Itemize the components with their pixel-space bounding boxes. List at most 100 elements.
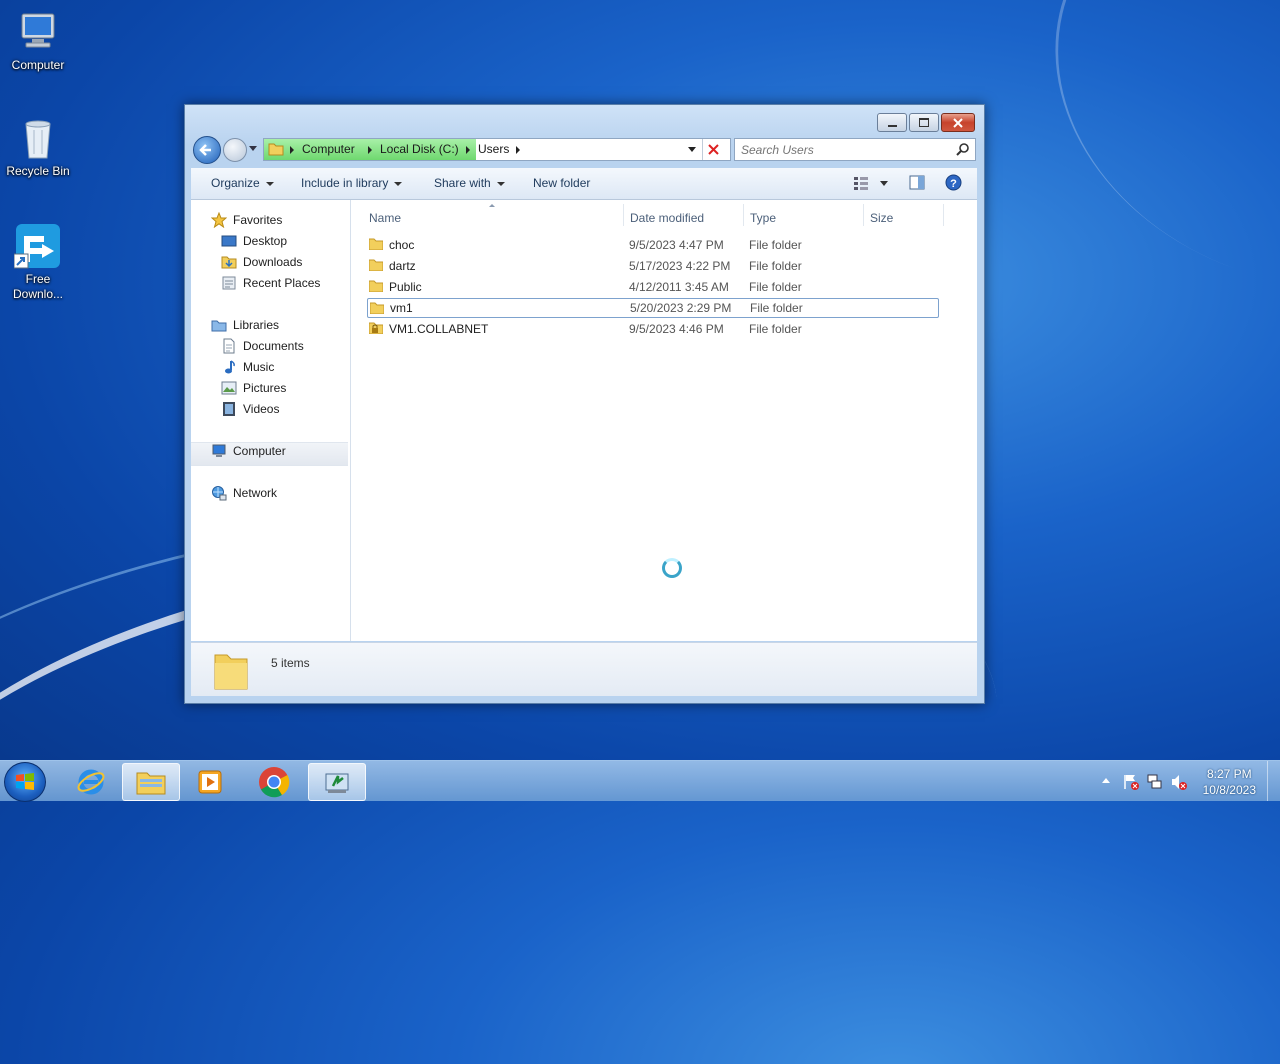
nav-label: Libraries <box>233 318 280 332</box>
desktop-icon-free-download[interactable]: Free Downlo... <box>0 222 76 302</box>
maximize-button[interactable] <box>909 113 939 132</box>
file-date: 5/20/2023 2:29 PM <box>630 301 732 315</box>
volume-muted-icon[interactable] <box>1170 773 1188 791</box>
column-separator[interactable] <box>743 204 744 226</box>
computer-icon <box>211 443 227 459</box>
address-dropdown-icon[interactable] <box>688 147 696 152</box>
start-button[interactable] <box>4 762 46 802</box>
file-row-public[interactable]: Public 4/12/2011 3:45 AM File folder <box>367 277 939 297</box>
column-separator[interactable] <box>943 204 944 226</box>
column-header-size[interactable]: Size <box>870 211 893 225</box>
taskbar-media-player[interactable] <box>182 763 238 799</box>
file-type: File folder <box>749 238 802 252</box>
action-center-flag-icon[interactable] <box>1122 773 1140 791</box>
address-divider <box>702 139 703 160</box>
maximize-icon <box>919 118 929 127</box>
file-type: File folder <box>749 322 802 336</box>
breadcrumb-separator-icon[interactable] <box>368 146 372 154</box>
nav-music[interactable]: Music <box>221 359 274 375</box>
file-row-vm1-collabnet[interactable]: VM1.COLLABNET 9/5/2023 4:46 PM File fold… <box>367 319 939 339</box>
nav-libraries[interactable]: Libraries <box>211 317 279 333</box>
share-with-button[interactable]: Share with <box>434 176 505 190</box>
videos-icon <box>221 401 237 417</box>
desktop-icon-computer[interactable]: Computer <box>0 8 76 73</box>
nav-label: Downloads <box>243 255 303 269</box>
file-row-dartz[interactable]: dartz 5/17/2023 4:22 PM File folder <box>367 256 939 276</box>
network-status-icon[interactable] <box>1146 773 1164 791</box>
clock-time: 8:27 PM <box>1206 767 1252 781</box>
nav-label: Computer <box>233 444 286 458</box>
help-icon[interactable]: ? <box>945 174 962 191</box>
chrome-icon <box>259 767 290 798</box>
nav-documents[interactable]: Documents <box>221 338 304 354</box>
file-row-choc[interactable]: choc 9/5/2023 4:47 PM File folder <box>367 235 939 255</box>
forward-button[interactable] <box>223 138 247 162</box>
sort-ascending-icon <box>489 204 495 207</box>
nav-label: Recent Places <box>243 276 321 290</box>
search-input[interactable] <box>739 141 953 158</box>
nav-network[interactable]: Network <box>211 485 277 501</box>
folder-icon <box>369 280 383 292</box>
clock-date: 10/8/2023 <box>1202 783 1256 797</box>
include-in-library-label: Include in library <box>301 176 389 190</box>
column-separator[interactable] <box>623 204 624 226</box>
recent-places-icon <box>221 275 237 291</box>
breadcrumb-local-disk[interactable]: Local Disk (C:) <box>380 142 459 156</box>
taskbar-windows-explorer[interactable] <box>122 763 180 801</box>
taskbar-internet-explorer[interactable] <box>62 763 118 799</box>
search-icon[interactable] <box>956 142 970 156</box>
nav-label: Desktop <box>243 234 288 248</box>
item-count: 5 items <box>271 656 310 670</box>
taskbar-installer[interactable] <box>308 763 366 801</box>
address-bar[interactable]: Computer Local Disk (C:) Users <box>263 138 731 161</box>
explorer-window[interactable]: Computer Local Disk (C:) Users Organize … <box>184 104 985 704</box>
desktop-icon-recycle-bin[interactable]: Recycle Bin <box>0 114 76 179</box>
navigation-pane[interactable]: Favorites Desktop Downloads Recent Place… <box>191 200 351 641</box>
nav-label: Pictures <box>243 381 287 395</box>
nav-videos[interactable]: Videos <box>221 401 279 417</box>
close-button[interactable] <box>941 113 975 132</box>
nav-label: Documents <box>243 339 304 353</box>
search-box[interactable] <box>734 138 976 161</box>
nav-downloads[interactable]: Downloads <box>221 254 302 270</box>
view-options-icon[interactable] <box>853 176 869 190</box>
nav-recent-places[interactable]: Recent Places <box>221 275 320 291</box>
folder-icon <box>268 143 284 156</box>
organize-button[interactable]: Organize <box>211 176 274 190</box>
minimize-button[interactable] <box>877 113 907 132</box>
file-type: File folder <box>749 280 802 294</box>
nav-desktop[interactable]: Desktop <box>221 233 287 249</box>
file-name: choc <box>389 238 415 252</box>
back-arrow-icon <box>199 144 211 156</box>
back-button[interactable] <box>193 136 221 164</box>
breadcrumb-computer[interactable]: Computer <box>302 142 355 156</box>
taskbar-chrome[interactable] <box>246 763 302 799</box>
nav-label: Music <box>243 360 275 374</box>
column-header-type[interactable]: Type <box>750 211 776 225</box>
file-date: 5/17/2023 4:22 PM <box>629 259 731 273</box>
column-separator[interactable] <box>863 204 864 226</box>
breadcrumb-users[interactable]: Users <box>478 142 509 156</box>
stop-icon[interactable] <box>708 144 719 155</box>
content-area: Favorites Desktop Downloads Recent Place… <box>191 200 977 641</box>
computer-icon <box>14 8 62 56</box>
show-desktop-button[interactable] <box>1267 761 1280 801</box>
breadcrumb-separator-icon[interactable] <box>516 146 520 154</box>
include-in-library-button[interactable]: Include in library <box>301 176 403 190</box>
column-header-name[interactable]: Name <box>369 211 401 225</box>
view-dropdown-icon[interactable] <box>880 181 888 186</box>
nav-pictures[interactable]: Pictures <box>221 380 286 396</box>
breadcrumb-separator-icon[interactable] <box>466 146 470 154</box>
nav-favorites[interactable]: Favorites <box>210 211 283 229</box>
column-header-date-modified[interactable]: Date modified <box>630 211 704 225</box>
preview-pane-icon[interactable] <box>909 175 925 190</box>
nav-computer[interactable]: Computer <box>211 443 286 459</box>
show-hidden-icons-icon[interactable] <box>1102 778 1110 783</box>
file-row-vm1[interactable]: vm1 5/20/2023 2:29 PM File folder <box>367 298 939 318</box>
new-folder-button[interactable]: New folder <box>533 176 590 190</box>
system-clock[interactable]: 8:27 PM 10/8/2023 <box>1203 766 1256 798</box>
desktop-icon-label: Free Downlo... <box>12 272 64 301</box>
desktop-icon-label: Recycle Bin <box>6 164 70 178</box>
nav-label: Favorites <box>233 213 283 227</box>
recent-pages-chevron-icon[interactable] <box>249 146 257 151</box>
